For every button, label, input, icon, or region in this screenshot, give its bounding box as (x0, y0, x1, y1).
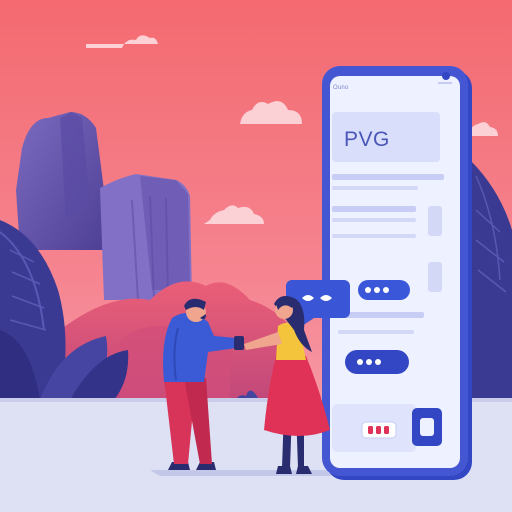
content-line (332, 186, 418, 190)
chat-bubble-icon (345, 350, 409, 374)
content-line (332, 206, 416, 212)
card-dots (361, 421, 397, 439)
content-line (338, 330, 414, 334)
phone-title: PVG (344, 128, 390, 151)
illustration-scene (0, 0, 512, 512)
chat-bubble-icon (358, 280, 410, 300)
content-line (332, 234, 416, 238)
content-line (332, 218, 416, 222)
document-icon (412, 408, 442, 446)
content-line (332, 174, 444, 180)
handheld-phone-icon (234, 336, 244, 350)
phone-brand-label: Ouno (333, 85, 349, 91)
